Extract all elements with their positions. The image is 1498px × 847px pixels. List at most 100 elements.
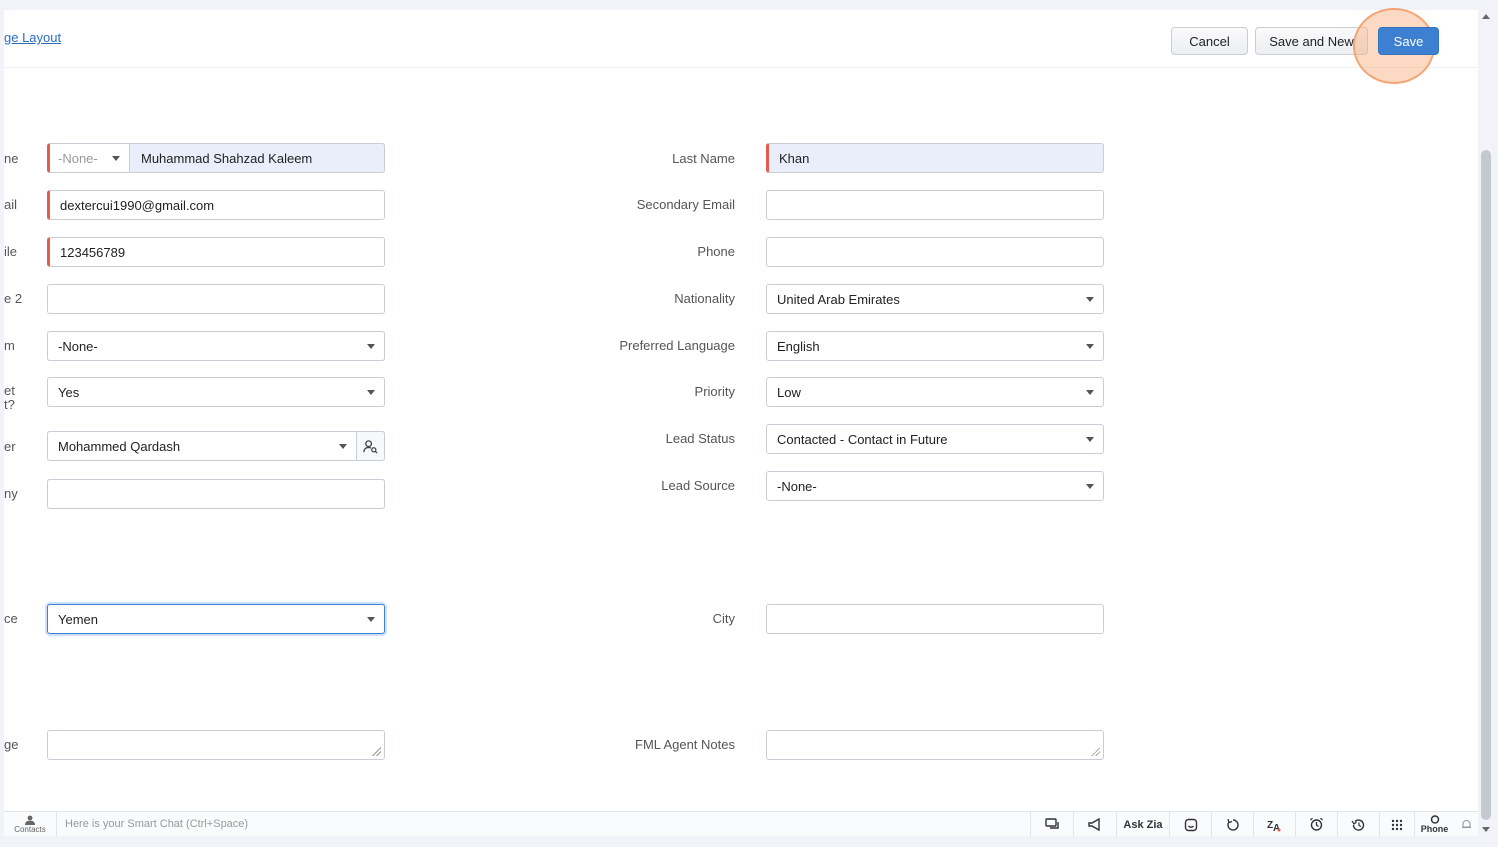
email-input[interactable]: dextercui1990@gmail.com	[47, 190, 385, 220]
field-label-preferred-language: Preferred Language	[619, 338, 735, 353]
chevron-down-icon	[367, 617, 375, 622]
owner-select[interactable]: Mohammed Qardash	[47, 431, 357, 461]
message-textarea[interactable]	[47, 730, 385, 760]
select-value: English	[777, 338, 820, 354]
city-input[interactable]	[766, 604, 1104, 634]
smart-chat-input[interactable]: Here is your Smart Chat (Ctrl+Space)	[65, 818, 248, 830]
chevron-down-icon	[367, 390, 375, 395]
notifications-button[interactable]	[1454, 812, 1478, 837]
field-label-lead-status: Lead Status	[665, 431, 735, 446]
left-select-6[interactable]: Yes	[47, 377, 385, 407]
salutation-select[interactable]: -None-	[47, 143, 130, 173]
scrollbar-thumb[interactable]	[1481, 150, 1491, 820]
chevron-down-icon	[1086, 344, 1094, 349]
select-value: -None-	[58, 338, 98, 354]
phone-input[interactable]	[766, 237, 1104, 267]
label-line: t?	[4, 397, 15, 412]
company-input[interactable]	[47, 479, 385, 509]
left-select-5[interactable]: -None-	[47, 331, 385, 361]
resize-handle-icon[interactable]	[1090, 746, 1100, 756]
lead-status-select[interactable]: Contacted - Contact in Future	[766, 424, 1104, 454]
preferred-language-select[interactable]: English	[766, 331, 1104, 361]
field-label-mobile: ile	[4, 244, 18, 259]
secondary-email-input[interactable]	[766, 190, 1104, 220]
chat-icon	[1044, 818, 1059, 829]
grid-icon	[1391, 819, 1403, 830]
cancel-button[interactable]: Cancel	[1171, 27, 1248, 55]
megaphone-icon	[1087, 818, 1100, 831]
select-value: Low	[777, 384, 801, 400]
chat-bubble-button[interactable]	[1030, 812, 1073, 837]
form-header: ge Layout Cancel Save and New Save	[4, 8, 1478, 84]
history-icon	[1351, 818, 1365, 831]
select-value: Yemen	[58, 611, 98, 627]
field-label-email: ail	[4, 197, 18, 212]
refresh-icon	[1226, 818, 1239, 831]
feedback-button[interactable]	[1169, 812, 1211, 837]
scroll-down-icon[interactable]	[1482, 827, 1490, 832]
chevron-down-icon	[1086, 297, 1094, 302]
bell-icon	[1461, 819, 1471, 829]
phone-2-input[interactable]	[47, 284, 385, 314]
contacts-button[interactable]: Contacts	[4, 812, 57, 837]
lead-source-select[interactable]: -None-	[766, 471, 1104, 501]
chevron-down-icon	[1086, 484, 1094, 489]
field-label-left-5: m	[4, 338, 15, 353]
apps-button[interactable]	[1379, 812, 1414, 837]
mobile-input[interactable]: 123456789	[47, 237, 385, 267]
last-name-input[interactable]: Khan	[766, 143, 1104, 173]
announcement-button[interactable]	[1073, 812, 1116, 837]
history-button[interactable]	[1337, 812, 1379, 837]
field-label-lead-source: Lead Source	[661, 478, 735, 493]
phone-label: Phone	[1420, 824, 1449, 834]
field-label-message: ge	[4, 737, 19, 752]
fml-agent-notes-textarea[interactable]	[766, 730, 1104, 760]
salutation-value: -None-	[58, 150, 98, 166]
field-label-left-6: et t?	[4, 384, 15, 412]
save-button[interactable]: Save	[1378, 27, 1439, 55]
phone-button[interactable]: Phone	[1414, 812, 1454, 837]
smiley-icon	[1184, 818, 1197, 831]
alarm-clock-icon	[1310, 817, 1323, 831]
residence-select[interactable]: Yemen	[47, 604, 385, 634]
select-value: Yes	[58, 384, 80, 400]
chevron-down-icon	[1086, 437, 1094, 442]
priority-select[interactable]: Low	[766, 377, 1104, 407]
translate-button[interactable]: ZA	[1253, 812, 1295, 837]
field-label-priority: Priority	[694, 384, 735, 399]
save-and-new-button[interactable]: Save and New	[1255, 27, 1368, 55]
scroll-up-icon[interactable]	[1482, 14, 1490, 19]
bottom-toolbar: Contacts Here is your Smart Chat (Ctrl+S…	[4, 811, 1478, 837]
resize-handle-icon[interactable]	[371, 746, 381, 756]
first-name-input[interactable]: Muhammad Shahzad Kaleem	[129, 143, 385, 173]
lead-form-page: ge Layout Cancel Save and New Save ne -N…	[4, 8, 1478, 837]
vertical-scrollbar[interactable]	[1479, 10, 1493, 836]
field-label-secondary-email: Secondary Email	[636, 197, 735, 212]
select-value: United Arab Emirates	[777, 291, 900, 307]
select-value: Mohammed Qardash	[58, 438, 181, 454]
chevron-down-icon	[1086, 390, 1094, 395]
user-search-icon	[363, 439, 378, 454]
chevron-down-icon	[339, 444, 347, 449]
field-label-residence: ce	[4, 611, 18, 626]
field-label-last-name: Last Name	[672, 151, 735, 166]
field-label-first-name: ne	[4, 151, 19, 166]
field-label-fml-agent-notes: FML Agent Notes	[635, 737, 735, 752]
label-line: et	[4, 383, 15, 398]
translate-icon: ZA	[1267, 820, 1281, 832]
field-label-phone-2: e 2	[4, 291, 23, 306]
field-label-owner: er	[4, 439, 16, 454]
nationality-select[interactable]: United Arab Emirates	[766, 284, 1104, 314]
chevron-down-icon	[112, 156, 120, 161]
undo-button[interactable]	[1211, 812, 1253, 837]
contacts-icon	[25, 815, 35, 825]
field-label-phone: Phone	[697, 244, 735, 259]
reminder-button[interactable]	[1295, 812, 1337, 837]
user-lookup-button[interactable]	[356, 431, 385, 461]
phone-icon	[1430, 815, 1439, 824]
select-value: Contacted - Contact in Future	[777, 431, 948, 447]
ask-zia-button[interactable]: Ask Zia	[1116, 812, 1169, 837]
field-label-nationality: Nationality	[674, 291, 735, 306]
field-label-city: City	[712, 611, 735, 626]
edit-page-layout-link[interactable]: ge Layout	[4, 30, 61, 45]
